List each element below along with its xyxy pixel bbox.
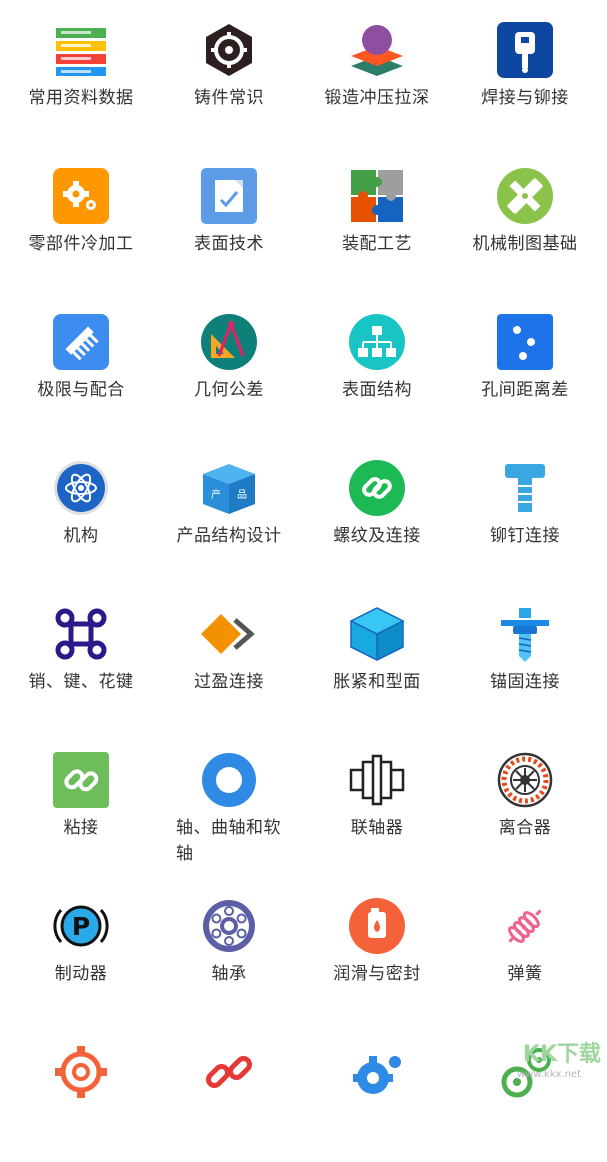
category-drawing-basics[interactable]: 机械制图基础 (450, 146, 600, 286)
clutch-icon (497, 752, 553, 808)
category-label: 装配工艺 (342, 234, 412, 254)
category-coupling[interactable]: 联轴器 (302, 730, 452, 870)
category-label: 铆钉连接 (490, 526, 560, 546)
category-surface-tech[interactable]: 表面技术 (154, 146, 304, 286)
category-partial-2[interactable] (154, 1022, 304, 1162)
ruler-pencil-icon (497, 168, 553, 224)
gear-hexagon-icon (201, 22, 257, 78)
category-label: 几何公差 (194, 380, 264, 400)
category-label: 机构 (63, 526, 99, 546)
category-label: 轴、曲轴和软轴 (176, 818, 281, 864)
category-interference-fit[interactable]: 过盈连接 (154, 584, 304, 724)
category-label: 产品结构设计 (176, 526, 282, 546)
category-label: 锚固连接 (490, 672, 560, 692)
category-label: 弹簧 (507, 964, 543, 984)
category-bonding[interactable]: 粘接 (6, 730, 156, 870)
watermark-title: KK下载 (522, 1042, 601, 1067)
category-label: 机械制图基础 (472, 234, 578, 254)
category-label: 胀紧和型面 (333, 672, 421, 692)
category-cold-machining[interactable]: 零部件冷加工 (6, 146, 156, 286)
category-label: 铸件常识 (194, 88, 264, 108)
hierarchy-icon (349, 314, 405, 370)
category-shaft[interactable]: 轴、曲轴和软轴 (154, 730, 304, 870)
command-key-icon (53, 606, 109, 662)
category-bearing[interactable]: 轴承 (154, 876, 304, 1016)
category-product-design[interactable]: 产品 产品结构设计 (154, 438, 304, 578)
category-mechanism[interactable]: 机构 (6, 438, 156, 578)
category-label: 离合器 (498, 818, 552, 838)
category-label: 制动器 (54, 964, 108, 984)
broken-chain-icon (201, 1044, 257, 1100)
database-stack-icon (53, 22, 109, 78)
spring-icon (497, 898, 553, 954)
category-surface-structure[interactable]: 表面结构 (302, 292, 452, 432)
product-box-icon: 产品 (201, 460, 257, 516)
gear-blue-icon (349, 1044, 405, 1100)
edit-document-icon (201, 168, 257, 224)
category-anchor-connection[interactable]: 锚固连接 (450, 584, 600, 724)
category-hole-spacing[interactable]: 孔间距离差 (450, 292, 600, 432)
category-label: 极限与配合 (37, 380, 125, 400)
svg-text:P: P (72, 912, 90, 941)
gears-icon (53, 168, 109, 224)
comb-icon (53, 314, 109, 370)
category-label: 润滑与密封 (333, 964, 421, 984)
layers-sphere-icon (349, 22, 405, 78)
category-label: 表面技术 (194, 234, 264, 254)
svg-text:品: 品 (237, 489, 247, 501)
link-icon (53, 752, 109, 808)
category-lubrication-seal[interactable]: 润滑与密封 (302, 876, 452, 1016)
category-partial-1[interactable] (6, 1022, 156, 1162)
category-label: 销、键、花键 (28, 672, 134, 692)
category-common-data[interactable]: 常用资料数据 (6, 0, 156, 140)
category-label: 焊接与铆接 (481, 88, 569, 108)
category-casting[interactable]: 铸件常识 (154, 0, 304, 140)
watermark: KK下载 www.kkx.net (487, 1020, 607, 1080)
category-label: 锻造冲压拉深 (324, 88, 430, 108)
category-forging[interactable]: 锻造冲压拉深 (302, 0, 452, 140)
category-label: 常用资料数据 (28, 88, 134, 108)
svg-text:产: 产 (211, 488, 221, 501)
category-label: 联轴器 (350, 818, 404, 838)
category-partial-3[interactable] (302, 1022, 452, 1162)
oil-can-icon (349, 898, 405, 954)
category-label: 粘接 (63, 818, 99, 838)
category-limits-fits[interactable]: 极限与配合 (6, 292, 156, 432)
chain-link-icon (349, 460, 405, 516)
category-brake[interactable]: P 制动器 (6, 876, 156, 1016)
ring-icon (201, 752, 257, 808)
coupling-icon (349, 752, 405, 808)
interlock-icon (201, 606, 257, 662)
category-label: 螺纹及连接 (333, 526, 421, 546)
category-clutch[interactable]: 离合器 (450, 730, 600, 870)
category-label: 过盈连接 (194, 672, 264, 692)
category-label: 零部件冷加工 (28, 234, 134, 254)
category-rivet[interactable]: 铆钉连接 (450, 438, 600, 578)
anchor-bolt-icon (497, 606, 553, 662)
weld-tag-icon (497, 22, 553, 78)
category-pin-key-spline[interactable]: 销、键、花键 (6, 584, 156, 724)
category-label: 轴承 (211, 964, 247, 984)
category-label: 表面结构 (342, 380, 412, 400)
category-assembly[interactable]: 装配工艺 (302, 146, 452, 286)
dots-icon (497, 314, 553, 370)
category-thread-connection[interactable]: 螺纹及连接 (302, 438, 452, 578)
watermark-url: www.kkx.net (517, 1069, 581, 1080)
category-expansion-profile[interactable]: 胀紧和型面 (302, 584, 452, 724)
cube-icon (349, 606, 405, 662)
drafting-tools-icon (201, 314, 257, 370)
category-geometric-tolerance[interactable]: 几何公差 (154, 292, 304, 432)
category-spring[interactable]: 弹簧 (450, 876, 600, 1016)
puzzle-icon (349, 168, 405, 224)
atom-icon (53, 460, 109, 516)
bearing-icon (201, 898, 257, 954)
category-label: 孔间距离差 (481, 380, 569, 400)
rivet-icon (497, 460, 553, 516)
parking-brake-icon: P (53, 898, 109, 954)
gear-outline-icon (53, 1044, 109, 1100)
category-grid: 常用资料数据 铸件常识 锻造冲压拉深 焊接与铆接 零部件冷加工 表面技术 装配工… (0, 0, 607, 1098)
category-welding[interactable]: 焊接与铆接 (450, 0, 600, 140)
